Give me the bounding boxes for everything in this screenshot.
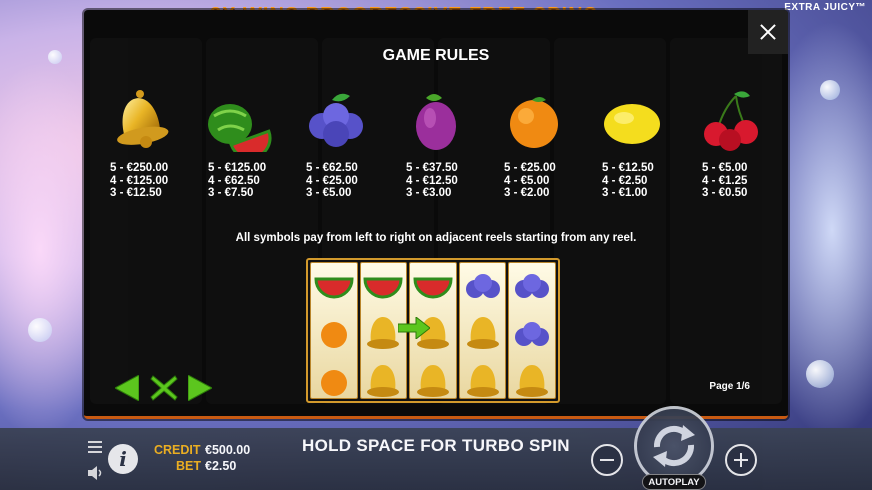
turbo-spin-message: HOLD SPACE FOR TURBO SPIN xyxy=(302,436,570,455)
bottom-control-bar: i CREDIT €500.00 BET €2.50 HOLD SPACE FO… xyxy=(0,406,872,490)
watermelon-icon xyxy=(413,269,453,308)
pay-line: 5 - €37.50 xyxy=(406,162,458,174)
bell-icon xyxy=(363,361,403,406)
paytable-item-bell: 5 - €250.00 4 - €125.00 3 - €12.50 xyxy=(102,88,197,200)
blueberries-icon xyxy=(512,271,552,306)
pay-line: 4 - €62.50 xyxy=(208,174,260,187)
blueberries-icon xyxy=(298,88,374,152)
menu-icon[interactable] xyxy=(88,441,102,453)
increase-bet-button[interactable] xyxy=(725,444,757,476)
bell-icon xyxy=(512,361,552,406)
cherries-icon xyxy=(694,88,770,152)
bell-icon xyxy=(413,361,453,406)
orange-icon xyxy=(496,88,572,152)
page-indicator: Page 1/6 xyxy=(709,381,750,392)
background-bubble xyxy=(28,318,52,342)
background-bubble xyxy=(820,80,840,100)
paytable-item-orange: 5 - €25.00 4 - €5.00 3 - €2.00 xyxy=(496,88,591,200)
bell-icon xyxy=(463,313,503,358)
autoplay-button[interactable]: AUTOPLAY xyxy=(642,474,706,490)
lemon-icon xyxy=(594,88,670,152)
plum-icon xyxy=(398,88,474,152)
pay-line: 3 - €5.00 xyxy=(306,187,352,199)
background-bubble xyxy=(806,360,834,388)
paytable: 5 - €250.00 4 - €125.00 3 - €12.50 5 - €… xyxy=(102,88,772,208)
example-reel xyxy=(508,262,556,399)
paytable-item-plum: 5 - €37.50 4 - €12.50 3 - €3.00 xyxy=(398,88,493,200)
pay-line: 3 - €3.00 xyxy=(406,187,452,199)
pay-line: 5 - €250.00 xyxy=(110,162,169,174)
pay-line: 4 - €1.25 xyxy=(702,174,748,187)
rules-description: All symbols pay from left to right on ad… xyxy=(235,232,637,244)
orange-icon xyxy=(319,319,349,354)
pay-line: 4 - €5.00 xyxy=(504,174,550,187)
pay-line: 4 - €12.50 xyxy=(406,174,458,187)
pay-line: 3 - €0.50 xyxy=(702,187,748,199)
watermelon-icon xyxy=(200,88,276,160)
pay-line: 3 - €7.50 xyxy=(208,187,254,199)
pay-line: 3 - €1.00 xyxy=(602,187,648,199)
watermelon-icon xyxy=(314,269,354,308)
example-reel xyxy=(310,262,358,399)
bet-value: €2.50 xyxy=(205,459,237,473)
pay-line: 5 - €12.50 xyxy=(602,162,654,174)
previous-page-button[interactable] xyxy=(115,375,139,401)
brand-logo: EXTRA JUICY™ xyxy=(784,2,866,13)
pay-line: 5 - €125.00 xyxy=(208,162,267,174)
watermelon-icon xyxy=(363,269,403,308)
paytable-item-watermelon: 5 - €125.00 4 - €62.50 3 - €7.50 xyxy=(200,88,295,200)
paytable-item-blueberries: 5 - €62.50 4 - €25.00 3 - €5.00 xyxy=(298,88,393,200)
example-reel xyxy=(458,262,507,399)
arrow-right-icon xyxy=(398,317,430,339)
decrease-bet-button[interactable] xyxy=(591,444,623,476)
blueberries-icon xyxy=(512,319,552,354)
pay-line: 3 - €12.50 xyxy=(110,187,162,199)
pay-line: 5 - €25.00 xyxy=(504,162,556,174)
paytable-item-cherries: 5 - €5.00 4 - €1.25 3 - €0.50 xyxy=(694,88,789,200)
pay-line: 3 - €2.00 xyxy=(504,187,550,199)
game-rules-panel: GAME RULES 5 - €250.00 4 - €125.00 3 - €… xyxy=(84,10,788,419)
info-button[interactable]: i xyxy=(108,444,138,474)
credit-label: CREDIT xyxy=(154,443,201,457)
bell-icon xyxy=(102,88,178,152)
bet-label: BET xyxy=(176,459,201,473)
orange-icon xyxy=(319,367,349,402)
background-bubble xyxy=(48,50,62,64)
rules-title: GAME RULES xyxy=(382,47,490,64)
spin-arrows-icon xyxy=(653,425,695,467)
pay-line: 4 - €25.00 xyxy=(306,174,358,187)
pay-line: 5 - €62.50 xyxy=(306,162,358,174)
paytable-item-lemon: 5 - €12.50 4 - €2.50 3 - €1.00 xyxy=(594,88,689,200)
sound-icon[interactable] xyxy=(86,465,104,481)
next-page-button[interactable] xyxy=(188,375,212,401)
bell-icon xyxy=(463,361,503,406)
blueberries-icon xyxy=(463,271,503,306)
pay-line: 4 - €125.00 xyxy=(110,174,169,187)
example-reels xyxy=(306,258,560,403)
credit-value: €500.00 xyxy=(205,443,251,457)
pay-line: 5 - €5.00 xyxy=(702,162,748,174)
close-rules-x-button[interactable] xyxy=(150,375,178,401)
pay-line: 4 - €2.50 xyxy=(602,174,648,187)
